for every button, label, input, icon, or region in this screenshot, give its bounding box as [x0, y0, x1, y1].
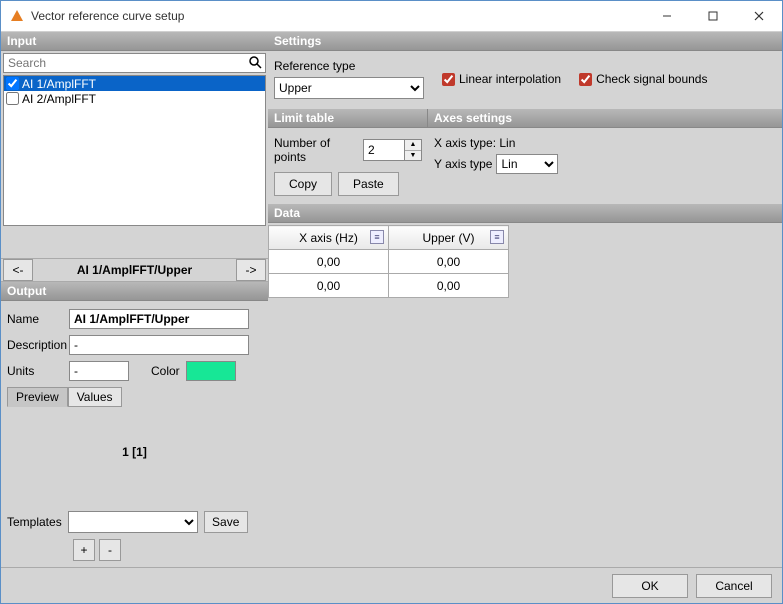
cell-x[interactable]: 0,00 [269, 274, 389, 298]
points-label: Number of points [274, 136, 357, 164]
search-field[interactable] [3, 53, 266, 73]
copy-button[interactable]: Copy [274, 172, 332, 196]
add-template-button[interactable]: + [73, 539, 95, 561]
close-button[interactable] [736, 1, 782, 31]
name-input[interactable] [69, 309, 249, 329]
linear-interp-checkbox[interactable]: Linear interpolation [442, 72, 561, 86]
cell-x[interactable]: 0,00 [269, 250, 389, 274]
table-row: 0,00 0,00 [269, 250, 509, 274]
nav-bar: <- AI 1/AmplFFT/Upper -> [1, 258, 268, 282]
tab-preview[interactable]: Preview [7, 387, 68, 407]
name-label: Name [7, 312, 69, 326]
nav-title: AI 1/AmplFFT/Upper [35, 263, 234, 277]
list-item-checkbox[interactable] [6, 77, 19, 90]
color-swatch[interactable] [186, 361, 236, 381]
col-upper-header[interactable]: Upper (V) ≡ [389, 226, 509, 250]
cell-upper[interactable]: 0,00 [389, 274, 509, 298]
prev-button[interactable]: <- [3, 259, 33, 281]
cancel-button[interactable]: Cancel [696, 574, 772, 598]
templates-label: Templates [7, 515, 62, 529]
column-menu-icon[interactable]: ≡ [490, 230, 504, 244]
next-button[interactable]: -> [236, 259, 266, 281]
x-axis-type-label: X axis type: Lin [434, 136, 515, 150]
units-input[interactable] [69, 361, 129, 381]
reftype-select[interactable]: Upper [274, 77, 424, 99]
input-list[interactable]: AI 1/AmplFFT AI 2/AmplFFT [3, 75, 266, 225]
description-label: Description [7, 338, 69, 352]
col-x-header[interactable]: X axis (Hz) ≡ [269, 226, 389, 250]
remove-template-button[interactable]: - [99, 539, 121, 561]
save-template-button[interactable]: Save [204, 511, 248, 533]
description-input[interactable] [69, 335, 249, 355]
search-icon [245, 55, 265, 72]
preview-text: 1 [1] [122, 445, 147, 459]
list-item-label: AI 2/AmplFFT [22, 92, 96, 106]
cell-upper[interactable]: 0,00 [389, 250, 509, 274]
app-icon [9, 8, 25, 24]
limit-header: Limit table [268, 109, 428, 128]
tab-values[interactable]: Values [68, 387, 122, 407]
column-menu-icon[interactable]: ≡ [370, 230, 384, 244]
input-header: Input [1, 32, 268, 51]
list-item[interactable]: AI 2/AmplFFT [4, 91, 265, 106]
paste-button[interactable]: Paste [338, 172, 399, 196]
templates-select[interactable] [68, 511, 198, 533]
table-row: 0,00 0,00 [269, 274, 509, 298]
reftype-label: Reference type [274, 59, 424, 73]
list-item-checkbox[interactable] [6, 92, 19, 105]
ok-button[interactable]: OK [612, 574, 688, 598]
dialog-footer: OK Cancel [1, 567, 782, 603]
window-title: Vector reference curve setup [31, 9, 644, 23]
color-label: Color [151, 364, 180, 378]
output-header: Output [1, 282, 268, 301]
spin-down-icon[interactable]: ▼ [405, 151, 421, 161]
settings-header: Settings [268, 32, 782, 51]
data-table: X axis (Hz) ≡ Upper (V) ≡ 0,00 0,00 0,00… [268, 225, 509, 298]
search-input[interactable] [4, 54, 245, 72]
titlebar: Vector reference curve setup [1, 1, 782, 32]
list-item-label: AI 1/AmplFFT [22, 77, 96, 91]
preview-area: 1 [1] [7, 407, 262, 497]
units-label: Units [7, 364, 69, 378]
y-axis-type-select[interactable]: Lin [496, 154, 558, 174]
check-bounds-checkbox[interactable]: Check signal bounds [579, 72, 707, 86]
spin-up-icon[interactable]: ▲ [405, 140, 421, 151]
points-input[interactable] [364, 140, 404, 160]
maximize-button[interactable] [690, 1, 736, 31]
data-header: Data [268, 204, 782, 223]
points-spinner[interactable]: ▲ ▼ [363, 139, 422, 161]
y-axis-type-label: Y axis type [434, 157, 492, 171]
list-item[interactable]: AI 1/AmplFFT [4, 76, 265, 91]
minimize-button[interactable] [644, 1, 690, 31]
axes-header: Axes settings [428, 109, 782, 128]
